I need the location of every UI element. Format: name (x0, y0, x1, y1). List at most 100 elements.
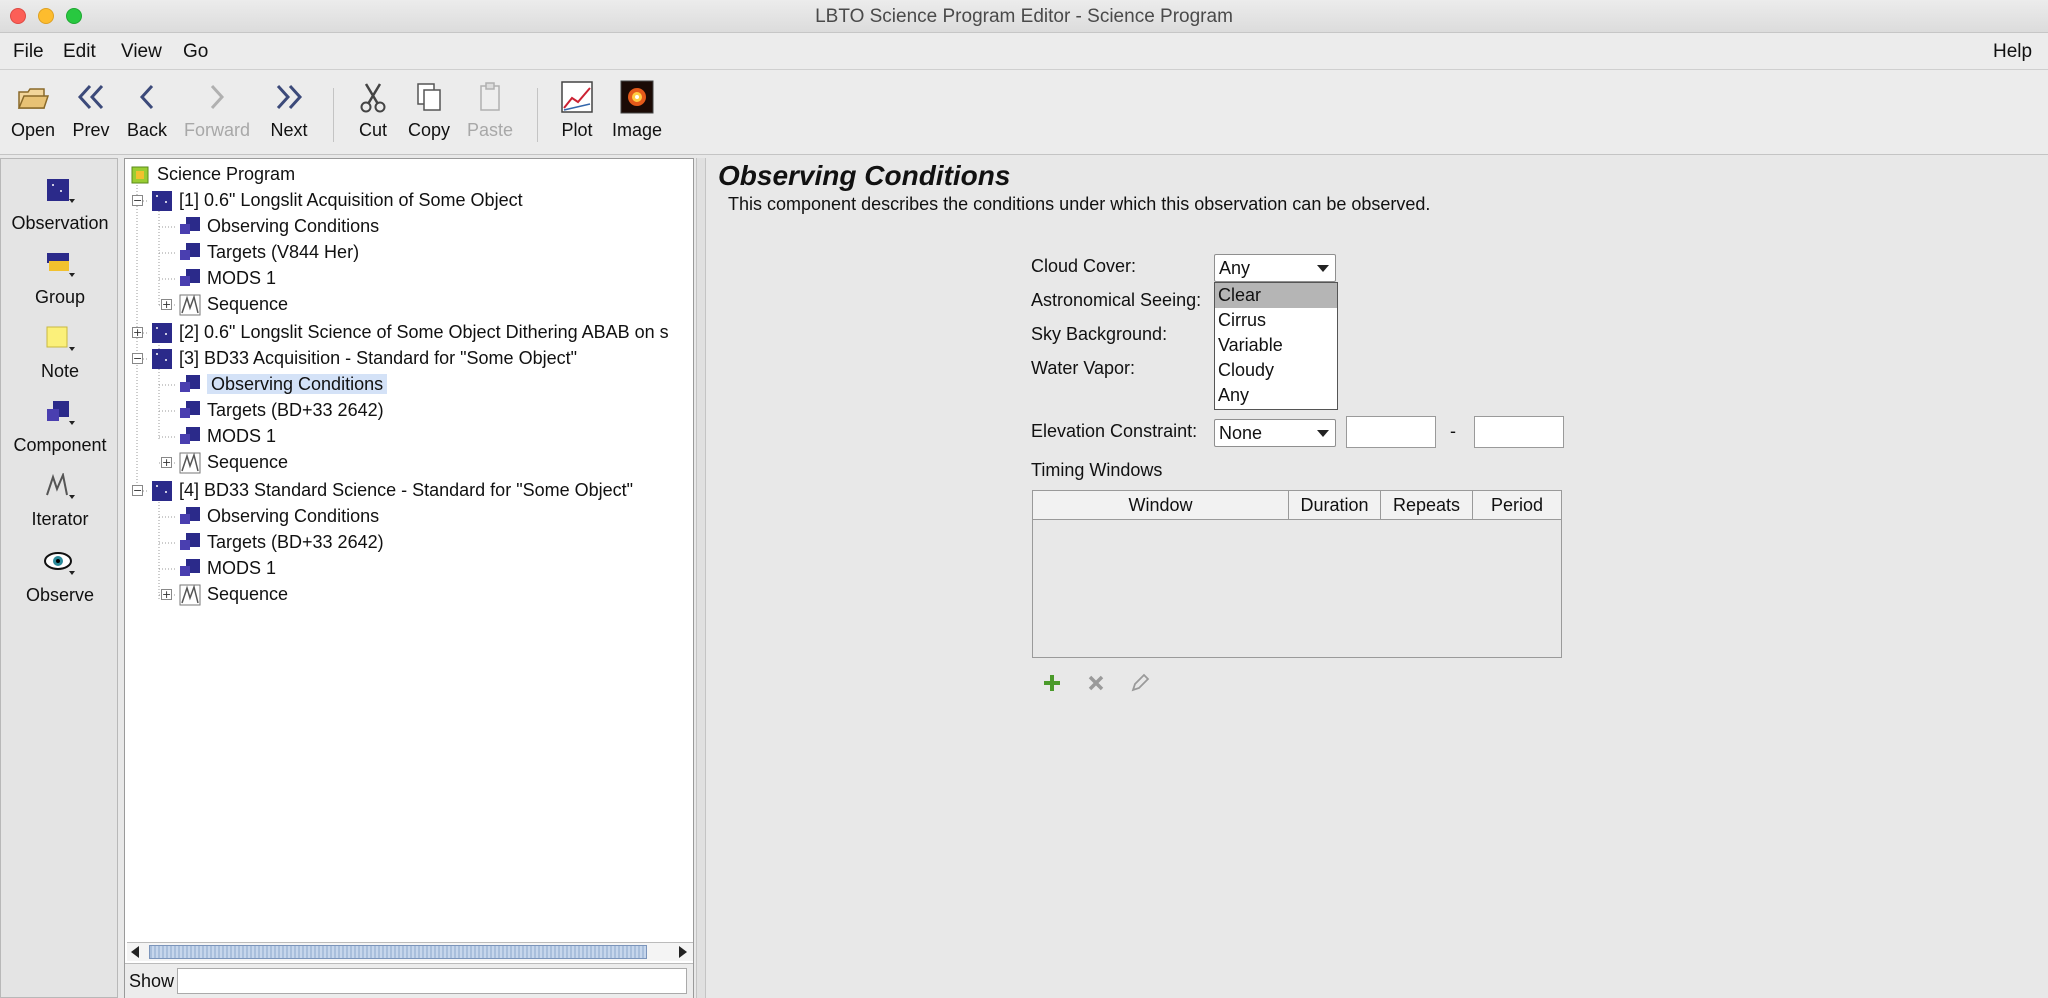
column-header-duration[interactable]: Duration (1289, 491, 1381, 519)
cloud-cover-dropdown-list: Clear Cirrus Variable Cloudy Any (1214, 282, 1338, 410)
copy-button[interactable]: Copy (404, 80, 454, 141)
palette-group[interactable]: Group (1, 251, 119, 308)
tree-root[interactable]: Science Program (129, 161, 295, 187)
tree-obs-4-conditions-label: Observing Conditions (207, 506, 380, 526)
tree-obs-3-instrument-label: MODS 1 (207, 426, 277, 446)
component-icon (180, 533, 200, 551)
elevation-min-input[interactable] (1346, 416, 1436, 448)
tree-obs-1-label: [1] 0.6" Longslit Acquisition of Some Ob… (179, 190, 523, 210)
forward-label: Forward (183, 120, 250, 140)
option-any[interactable]: Any (1215, 383, 1337, 408)
tree-obs-4-targets-label: Targets (BD+33 2642) (207, 532, 384, 552)
toolbar-separator (333, 88, 334, 142)
tree-obs-1-sequence[interactable]: Sequence (179, 291, 288, 317)
option-variable[interactable]: Variable (1215, 333, 1337, 358)
expand-toggle[interactable]: + (161, 589, 172, 600)
tree-obs-4-sequence-label: Sequence (207, 584, 289, 604)
tree-obs-3[interactable]: [3] BD33 Acquisition - Standard for "Som… (151, 345, 577, 371)
tree-obs-3-conditions[interactable]: Observing Conditions (179, 371, 388, 397)
collapse-toggle[interactable]: − (132, 195, 143, 206)
menu-go[interactable]: Go (183, 41, 208, 63)
add-timing-window-button[interactable] (1040, 672, 1064, 696)
timing-windows-label: Timing Windows (1031, 460, 1163, 480)
component-icon (43, 399, 77, 429)
tree-obs-3-sequence-label: Sequence (207, 452, 289, 472)
cut-button[interactable]: Cut (352, 80, 394, 141)
scrollbar-thumb[interactable] (149, 945, 647, 959)
palette-note[interactable]: Note (1, 325, 119, 382)
collapse-toggle[interactable]: − (132, 485, 143, 496)
tree-obs-4-sequence[interactable]: Sequence (179, 581, 288, 607)
clipboard-icon (480, 82, 500, 111)
option-cirrus[interactable]: Cirrus (1215, 308, 1337, 333)
palette-iterator[interactable]: Iterator (1, 471, 119, 530)
elevation-range-dash: - (1450, 421, 1456, 441)
tree-obs-3-conditions-label: Observing Conditions (207, 374, 388, 394)
tree-obs-3-instrument[interactable]: MODS 1 (179, 423, 276, 449)
component-icon (180, 217, 200, 235)
tree-obs-1-instrument[interactable]: MODS 1 (179, 265, 276, 291)
component-icon (180, 243, 200, 261)
tree-obs-3-sequence[interactable]: Sequence (179, 449, 288, 475)
edit-timing-window-button[interactable] (1128, 672, 1152, 696)
expand-toggle[interactable]: + (161, 457, 172, 468)
tree-obs-4-conditions[interactable]: Observing Conditions (179, 503, 379, 529)
tree-obs-1-conditions[interactable]: Observing Conditions (179, 213, 379, 239)
back-button[interactable]: Back (124, 80, 170, 141)
expand-toggle[interactable]: + (132, 327, 143, 338)
tree-horizontal-scrollbar[interactable] (127, 942, 693, 961)
tree-obs-1[interactable]: [1] 0.6" Longslit Acquisition of Some Ob… (151, 187, 523, 213)
cloud-cover-select[interactable]: Any (1214, 254, 1336, 282)
prev-label: Prev (72, 120, 110, 140)
image-label: Image (611, 120, 663, 140)
prev-button[interactable]: Prev (68, 80, 114, 141)
toolbar: Open Prev Back Forward Next Cut Copy Pas… (0, 70, 2048, 155)
palette-observation[interactable]: Observation (1, 177, 119, 234)
plot-button[interactable]: Plot (556, 80, 598, 141)
tree-obs-1-targets-label: Targets (V844 Her) (207, 242, 360, 262)
palette-note-label: Note (40, 361, 80, 381)
menu-file[interactable]: File (13, 41, 44, 63)
timing-windows-table[interactable]: Window Duration Repeats Period (1032, 490, 1562, 658)
option-cloudy[interactable]: Cloudy (1215, 358, 1337, 383)
tree-obs-4-targets[interactable]: Targets (BD+33 2642) (179, 529, 384, 555)
image-button[interactable]: Image (610, 80, 664, 141)
tree-obs-2[interactable]: [2] 0.6" Longslit Science of Some Object… (151, 319, 691, 345)
scroll-right-arrow-icon[interactable] (679, 946, 687, 958)
observation-icon (152, 191, 172, 212)
column-header-window[interactable]: Window (1033, 491, 1289, 519)
menu-edit[interactable]: Edit (63, 41, 96, 63)
plus-icon (1044, 675, 1060, 691)
chevron-down-icon (1317, 430, 1329, 437)
open-button[interactable]: Open (8, 80, 58, 141)
editor-description: This component describes the conditions … (728, 194, 1431, 214)
palette-observe[interactable]: Observe (1, 549, 119, 606)
elevation-max-input[interactable] (1474, 416, 1564, 448)
observation-icon (152, 349, 172, 370)
elevation-constraint-select[interactable]: None (1214, 419, 1336, 447)
paste-label: Paste (466, 120, 514, 140)
collapse-toggle[interactable]: − (132, 353, 143, 364)
column-header-repeats[interactable]: Repeats (1381, 491, 1473, 519)
paste-button[interactable]: Paste (464, 80, 516, 141)
option-clear[interactable]: Clear (1215, 283, 1337, 308)
next-button[interactable]: Next (266, 80, 312, 141)
seeing-label: Astronomical Seeing: (1031, 290, 1202, 310)
program-tree: Science Program − [1] 0.6" Longslit Acqu… (124, 158, 694, 998)
tree-obs-1-targets[interactable]: Targets (V844 Her) (179, 239, 359, 265)
scroll-left-arrow-icon[interactable] (131, 946, 139, 958)
chevron-down-icon (1317, 265, 1329, 272)
expand-toggle[interactable]: + (161, 299, 172, 310)
forward-button[interactable]: Forward (180, 80, 254, 141)
tree-obs-4[interactable]: [4] BD33 Standard Science - Standard for… (151, 477, 633, 503)
remove-timing-window-button[interactable] (1084, 672, 1108, 696)
tree-obs-3-targets[interactable]: Targets (BD+33 2642) (179, 397, 384, 423)
column-header-period[interactable]: Period (1473, 491, 1561, 519)
menu-view[interactable]: View (121, 41, 162, 63)
split-pane-divider[interactable] (696, 158, 706, 998)
palette-component[interactable]: Component (1, 399, 119, 456)
remove-icon (1088, 675, 1104, 691)
show-input[interactable] (177, 968, 687, 994)
tree-obs-4-instrument[interactable]: MODS 1 (179, 555, 276, 581)
menu-help[interactable]: Help (1993, 41, 2032, 63)
